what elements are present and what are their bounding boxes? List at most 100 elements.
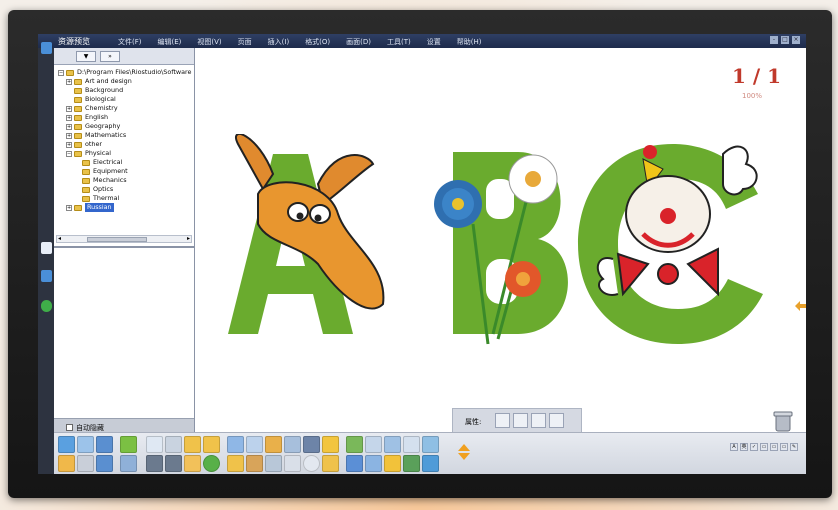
expand-icon[interactable]: + — [66, 78, 72, 85]
hand-icon[interactable] — [184, 455, 201, 472]
mini-tool-box1[interactable]: ▭ — [760, 443, 768, 451]
tree-root[interactable]: − D:\Program Files\Riostudio\Software — [58, 68, 191, 77]
collapse-icon[interactable]: − — [58, 69, 64, 76]
undo-icon[interactable] — [96, 436, 113, 453]
forward-icon[interactable] — [165, 455, 182, 472]
zoom-out-icon[interactable] — [203, 436, 220, 453]
pointer-icon[interactable] — [120, 436, 137, 453]
menu-format[interactable]: 格式(O) — [305, 37, 330, 47]
scroll-left-icon[interactable]: ◂ — [58, 236, 61, 242]
tree-item-equipment[interactable]: Equipment — [82, 167, 128, 176]
scroll-thumb[interactable] — [87, 237, 147, 242]
edit-icon[interactable] — [403, 436, 420, 453]
camera-icon[interactable] — [246, 455, 263, 472]
close-button[interactable]: × — [792, 36, 800, 44]
minimize-button[interactable]: - — [770, 36, 778, 44]
menu-insert[interactable]: 插入(I) — [268, 37, 290, 47]
redo-icon[interactable] — [96, 455, 113, 472]
expand-icon[interactable]: + — [66, 114, 72, 121]
menu-help[interactable]: 帮助(H) — [457, 37, 482, 47]
tree-item-biological[interactable]: Biological — [74, 95, 116, 104]
page-icon[interactable] — [165, 436, 182, 453]
menu-file[interactable]: 文件(F) — [118, 37, 142, 47]
maximize-button[interactable]: □ — [781, 36, 789, 44]
horizontal-scrollbar[interactable]: ◂ ▸ — [56, 235, 192, 243]
brush-icon[interactable] — [322, 455, 339, 472]
screen-share-icon[interactable] — [120, 455, 137, 472]
forward-button[interactable]: » — [100, 51, 120, 62]
menu-draw[interactable]: 画面(D) — [346, 37, 371, 47]
expand-icon[interactable]: + — [66, 123, 72, 130]
screen-icon[interactable] — [227, 436, 244, 453]
list-icon[interactable] — [513, 413, 528, 428]
layout-icon[interactable] — [495, 413, 510, 428]
paste-icon[interactable] — [77, 455, 94, 472]
tree-item-optics[interactable]: Optics — [82, 185, 113, 194]
menu-view[interactable]: 视图(V) — [197, 37, 221, 47]
marker-icon[interactable] — [322, 436, 339, 453]
recorder-icon[interactable] — [422, 455, 439, 472]
tree-item-physical[interactable]: − Physical — [66, 149, 111, 158]
tree-item-mechanics[interactable]: Mechanics — [82, 176, 127, 185]
expand-icon[interactable]: + — [66, 105, 72, 112]
mini-tool-a[interactable]: A — [730, 443, 738, 451]
tree-item-english[interactable]: + English — [66, 113, 108, 122]
auto-hide-checkbox[interactable] — [66, 424, 73, 431]
page-thumb-icon[interactable] — [41, 242, 52, 254]
play-icon[interactable] — [203, 455, 220, 472]
print-icon[interactable] — [284, 436, 301, 453]
open-icon[interactable] — [58, 436, 75, 453]
tree-item-russian[interactable]: + Russian — [66, 203, 114, 212]
globe-icon[interactable] — [41, 300, 52, 312]
tree-item-geography[interactable]: + Geography — [66, 122, 120, 131]
link-icon[interactable] — [346, 436, 363, 453]
resource-icon[interactable] — [41, 42, 52, 54]
tree-item-electrical[interactable]: Electrical — [82, 158, 122, 167]
menu-settings[interactable]: 设置 — [427, 37, 441, 47]
highlighter-icon[interactable] — [365, 455, 382, 472]
table-icon[interactable] — [284, 455, 301, 472]
trash-icon[interactable] — [773, 410, 793, 432]
tree-item-chemistry[interactable]: + Chemistry — [66, 104, 118, 113]
back-icon[interactable] — [146, 455, 163, 472]
tree-item-art-and-design[interactable]: + Art and design — [66, 77, 132, 86]
clock-icon[interactable] — [303, 455, 320, 472]
insert-image-icon[interactable] — [265, 455, 282, 472]
save-icon[interactable] — [58, 455, 75, 472]
expand-icon[interactable]: + — [66, 204, 72, 211]
person-icon[interactable] — [403, 455, 420, 472]
mini-tool-box2[interactable]: ▭ — [770, 443, 778, 451]
eraser-icon[interactable] — [265, 436, 282, 453]
dropdown-button[interactable]: ▼ — [76, 51, 96, 62]
menu-page[interactable]: 页面 — [238, 37, 252, 47]
tree-item-thermal[interactable]: Thermal — [82, 194, 119, 203]
abc-illustration[interactable] — [218, 134, 778, 354]
mini-tool-box3[interactable]: ▭ — [780, 443, 788, 451]
document-icon[interactable] — [41, 270, 52, 282]
film-icon[interactable] — [303, 436, 320, 453]
scroll-right-icon[interactable]: ▸ — [187, 236, 190, 242]
tree-item-background[interactable]: Background — [74, 86, 123, 95]
panel-splitter[interactable] — [54, 246, 194, 248]
grid-icon[interactable] — [422, 436, 439, 453]
side-arrow-icon[interactable] — [795, 300, 806, 312]
magnifier-icon[interactable] — [227, 455, 244, 472]
collapse-icon[interactable]: − — [66, 150, 72, 157]
tree-item-mathematics[interactable]: + Mathematics — [66, 131, 126, 140]
new-page-icon[interactable] — [146, 436, 163, 453]
expand-icon[interactable]: + — [66, 141, 72, 148]
mini-tool-pen[interactable]: ✎ — [790, 443, 798, 451]
shapes-icon[interactable] — [531, 413, 546, 428]
tree-item-other[interactable]: + other — [66, 140, 102, 149]
image-icon[interactable] — [384, 436, 401, 453]
window-icon[interactable] — [365, 436, 382, 453]
text-icon[interactable] — [384, 455, 401, 472]
mini-tool-check[interactable]: ✓ — [750, 443, 758, 451]
expand-toolbar-icon[interactable] — [457, 443, 471, 461]
zoom-in-icon[interactable] — [184, 436, 201, 453]
menu-edit[interactable]: 编辑(E) — [158, 37, 182, 47]
mini-tool-english[interactable]: 英 — [740, 443, 748, 451]
copy-icon[interactable] — [77, 436, 94, 453]
menu-tools[interactable]: 工具(T) — [387, 37, 411, 47]
lines-icon[interactable] — [549, 413, 564, 428]
